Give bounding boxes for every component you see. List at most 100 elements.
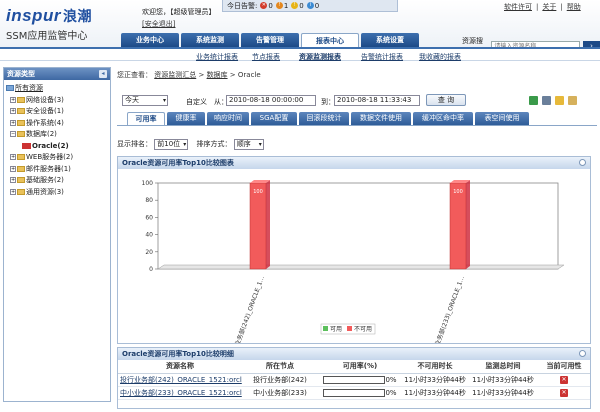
rate-cell: 0%: [318, 373, 402, 387]
availability-chart: 0 20 40 60 80 100 100 投行业务部(242)_ORACLE_1... 100…: [142, 180, 565, 358]
folder-icon: [17, 108, 25, 114]
print-icon[interactable]: [542, 96, 551, 105]
mail-icon[interactable]: [568, 96, 577, 105]
bar-data-label: 100: [253, 189, 263, 195]
rate-cell: 0%: [318, 386, 402, 400]
help-link[interactable]: 帮助: [567, 3, 581, 11]
tree-item-security[interactable]: + 安全设备(1): [6, 106, 108, 118]
expand-icon[interactable]: +: [10, 96, 16, 103]
nav-business[interactable]: 业务中心: [121, 33, 179, 47]
rank-select[interactable]: 前10位: [154, 139, 189, 150]
tree-item-database[interactable]: − 数据库(2): [6, 129, 108, 141]
y-tick-label: 40: [145, 232, 153, 239]
table-row: 中小业务部(233)_ORACLE_1521:orcl 中小业务部(233) 0…: [118, 386, 590, 400]
major-alert[interactable]: ! 1: [275, 2, 288, 10]
alert-summary: 今日告警: ✕ 0 ! 1 ! 0 i0: [222, 0, 398, 12]
breadcrumb-summary[interactable]: 资源监测汇总: [154, 71, 196, 79]
tab-rollback[interactable]: 回滚段统计: [299, 112, 349, 125]
tab-health[interactable]: 健康率: [167, 112, 205, 125]
expand-icon[interactable]: +: [10, 188, 16, 195]
bar-data-label: 100: [453, 189, 463, 195]
plot-area: [157, 182, 559, 270]
collapse-icon[interactable]: ◂: [99, 70, 107, 78]
query-button[interactable]: 查 询: [426, 94, 466, 106]
breadcrumb: 您正查看： 资源监测汇总 > 数据库 > Oracle: [117, 71, 261, 79]
down-cell: 11小时33分钟44秒: [402, 386, 468, 400]
node-cell: 中小业务部(233): [242, 386, 318, 400]
tree-item-mail[interactable]: + 邮件服务器(1): [6, 164, 108, 176]
nav-settings[interactable]: 系统设置: [361, 33, 419, 47]
subnav-business[interactable]: 业务统计报表: [196, 52, 238, 62]
subnav-alarm[interactable]: 告警统计报表: [361, 52, 403, 62]
tab-datafile[interactable]: 数据文件使用: [351, 112, 411, 125]
node-cell: 投行业务部(242): [242, 373, 318, 387]
period-select[interactable]: 今天: [122, 95, 168, 106]
tree-item-web[interactable]: + WEB服务器(2): [6, 152, 108, 164]
critical-alert[interactable]: ✕ 0: [260, 2, 273, 10]
expand-icon[interactable]: +: [10, 165, 16, 172]
subnav-node[interactable]: 节点报表: [252, 52, 280, 62]
resource-name-link[interactable]: 中小业务部(233)_ORACLE_1521:orcl: [118, 386, 242, 400]
open-folder-icon: [17, 131, 25, 137]
logout-link[interactable]: [安全退出]: [142, 19, 175, 29]
metric-tabs: 可用率 健康率 响应时间 SGA配置 回滚段统计 数据文件使用 缓冲区命中率 表…: [127, 112, 529, 125]
main-nav: 业务中心 系统监测 告警管理 报表中心 系统设置: [121, 33, 419, 47]
folder-icon: [17, 96, 25, 103]
resource-name-link[interactable]: 投行业务部(242)_ORACLE_1521:orcl: [118, 373, 242, 387]
minor-alert[interactable]: ! 0: [291, 2, 304, 10]
license-link[interactable]: 软件许可: [504, 3, 532, 11]
tab-sga[interactable]: SGA配置: [251, 112, 297, 125]
nav-alarm[interactable]: 告警管理: [241, 33, 299, 47]
unavailable-icon: ✕: [560, 389, 568, 397]
y-tick-label: 0: [149, 266, 153, 273]
legend-label: 不可用: [354, 326, 372, 333]
header: inspur 浪潮 SSM应用监管中心 欢迎您，【超级管理员】 [安全退出] 今日…: [0, 0, 600, 55]
collapse-panel-icon[interactable]: [579, 350, 586, 357]
tab-buffer-hit[interactable]: 缓冲区命中率: [413, 112, 473, 125]
favorite-icon[interactable]: [555, 96, 564, 105]
bar-side: [266, 180, 270, 269]
nav-report[interactable]: 报表中心: [301, 33, 359, 47]
tree-item-network[interactable]: + 网络设备(3): [6, 95, 108, 107]
to-input[interactable]: 2010-08-18 11:33:43: [334, 95, 420, 106]
expand-icon[interactable]: +: [10, 154, 16, 160]
info-alert[interactable]: i0: [306, 2, 319, 10]
tree-item-oracle[interactable]: Oracle(2): [6, 141, 108, 153]
collapse-icon[interactable]: −: [10, 131, 16, 137]
tree-item-basic[interactable]: + 基础服务(2): [6, 175, 108, 187]
about-link[interactable]: 关于: [542, 3, 556, 11]
sort-select[interactable]: 顺序: [233, 139, 264, 150]
subnav-resource[interactable]: 资源监测报表: [299, 52, 341, 62]
expand-icon[interactable]: +: [10, 108, 16, 114]
major-alert-icon: !: [275, 2, 283, 9]
to-label: 到：: [321, 98, 335, 106]
unavailable-icon: ✕: [560, 376, 568, 384]
tab-availability[interactable]: 可用率: [127, 112, 165, 125]
tree-item-general[interactable]: + 通用资源(3): [6, 187, 108, 199]
excel-icon[interactable]: [529, 96, 538, 105]
custom-label: 自定义: [186, 98, 207, 106]
status-cell: ✕: [538, 373, 590, 387]
expand-icon[interactable]: +: [10, 119, 16, 126]
y-tick-label: 60: [145, 214, 153, 221]
expand-icon[interactable]: +: [10, 177, 16, 183]
y-tick-label: 100: [142, 180, 154, 187]
y-tick-label: 20: [145, 249, 153, 256]
tree-item-all[interactable]: 所有资源: [6, 83, 108, 95]
down-cell: 11小时33分钟44秒: [402, 373, 468, 387]
detail-panel-header: Oracle资源可用率Top10比较明细: [118, 348, 590, 360]
resource-tree: 所有资源 + 网络设备(3) + 安全设备(1) + 操作系统(4) − 数据库(2) …: [4, 80, 110, 201]
collapse-panel-icon[interactable]: [579, 159, 586, 166]
bar-unavailable: [449, 182, 467, 270]
from-input[interactable]: 2010-08-18 00:00:00: [226, 95, 316, 106]
col-status: 当前可用性: [538, 360, 590, 374]
bar-unavailable: [249, 182, 267, 270]
breadcrumb-database[interactable]: 数据库: [207, 71, 228, 79]
tree-item-os[interactable]: + 操作系统(4): [6, 118, 108, 130]
tab-response-time[interactable]: 响应时间: [207, 112, 249, 125]
tab-tablespace[interactable]: 表空间使用: [475, 112, 529, 125]
report-toolbar: [529, 96, 577, 105]
subnav-favorites[interactable]: 我收藏的报表: [419, 52, 461, 62]
nav-monitor[interactable]: 系统监测: [181, 33, 239, 47]
oracle-icon: [22, 142, 31, 149]
